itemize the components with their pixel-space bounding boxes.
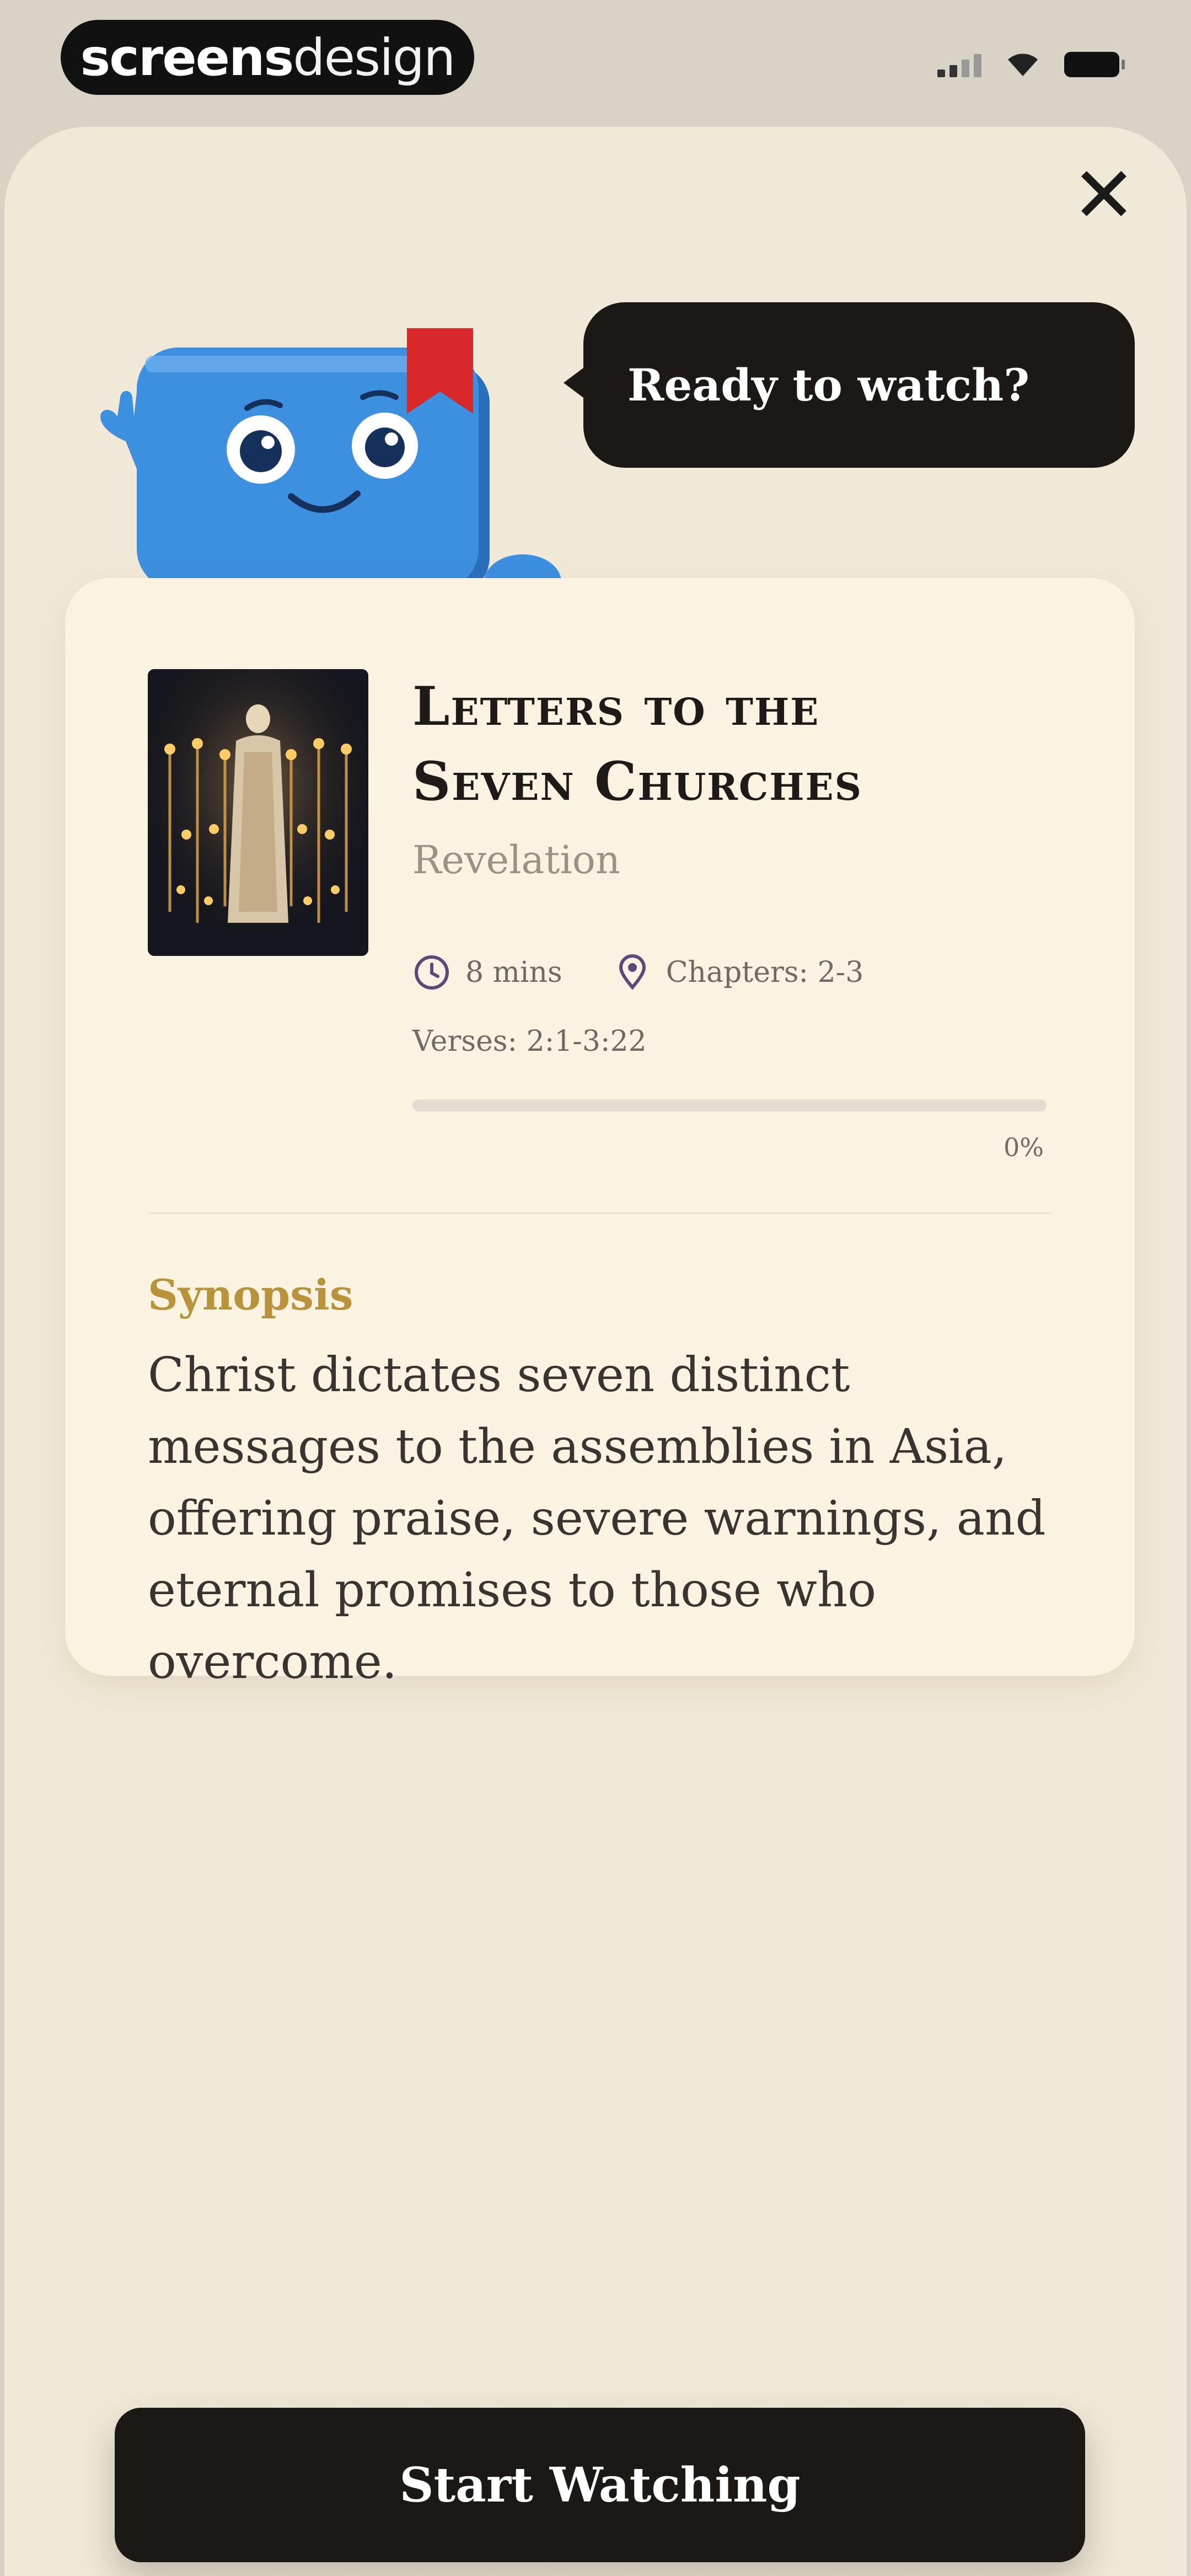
brand-logo-light: design — [293, 28, 455, 87]
speech-bubble: Ready to watch? — [564, 302, 1135, 468]
synopsis-text: Christ dictates seven distinct messages … — [148, 1348, 1046, 1690]
synopsis-heading: Synopsis — [148, 1270, 353, 1319]
video-thumbnail[interactable] — [148, 669, 368, 956]
video-meta: 8 mins Chapters: 2-3 — [412, 953, 863, 992]
close-icon[interactable]: ✕ — [1071, 157, 1137, 234]
status-icons — [937, 50, 1125, 77]
video-title-line-1: Letters to the — [412, 675, 820, 737]
cellular-signal-icon — [937, 54, 981, 77]
book-name: Revelation — [412, 837, 620, 883]
brand-logo-bold: screens — [80, 28, 294, 87]
progress-percent: 0% — [1004, 1132, 1044, 1162]
bottom-sheet: ✕ Ready to watch? Letters to the Seven C… — [4, 127, 1187, 2576]
location-pin-icon — [619, 954, 646, 990]
chapters-label: Chapters: 2-3 — [666, 956, 864, 989]
start-watching-button[interactable]: Start Watching — [115, 2408, 1085, 2562]
start-watching-label: Start Watching — [399, 2457, 801, 2513]
book-mascot-illustration — [100, 328, 561, 610]
video-title: Letters to the Seven Churches — [412, 669, 1074, 819]
speech-bubble-text: Ready to watch? — [627, 359, 1030, 411]
watch-progress-bar — [412, 1099, 1047, 1111]
screen: screens design ✕ Ready to watch? Letters… — [0, 0, 1191, 2576]
video-title-line-2: Seven Churches — [412, 750, 863, 813]
verses-label: Verses: 2:1-3:22 — [412, 1025, 647, 1058]
duration-label: 8 mins — [465, 956, 562, 989]
divider — [148, 1212, 1052, 1214]
brand-logo: screens design — [61, 20, 474, 95]
battery-icon — [1064, 52, 1125, 77]
wifi-icon — [1008, 54, 1038, 76]
clock-icon — [415, 955, 449, 990]
video-info-card: Letters to the Seven Churches Revelation… — [65, 578, 1135, 1690]
